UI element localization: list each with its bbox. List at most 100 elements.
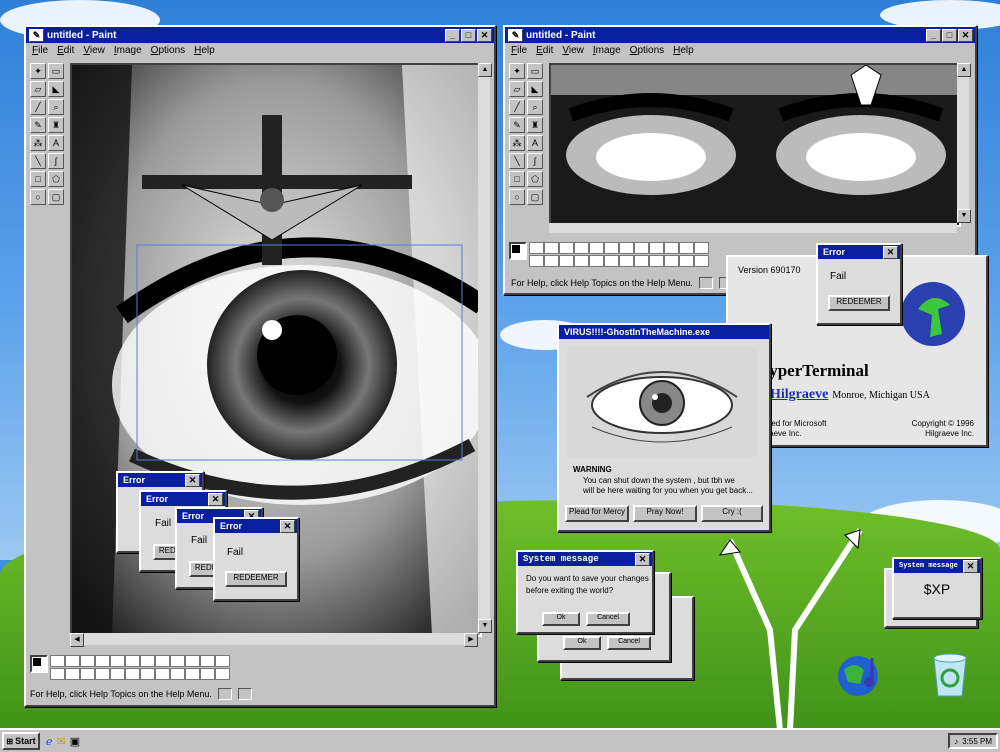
palette-swatch[interactable]	[170, 655, 185, 667]
close-button[interactable]: ✕	[635, 552, 650, 566]
titlebar[interactable]: System message ✕	[518, 552, 652, 566]
line-icon[interactable]: ╲	[509, 153, 525, 169]
airbrush-icon[interactable]: ⁂	[509, 135, 525, 151]
magnifier-icon[interactable]: ⌕	[527, 99, 543, 115]
cancel-button[interactable]: Cancel	[607, 636, 651, 650]
palette-swatch[interactable]	[604, 242, 619, 254]
plead-for-mercy-button[interactable]: Plead for Mercy	[565, 505, 629, 522]
close-button[interactable]: ✕	[963, 559, 978, 573]
minimize-button[interactable]: _	[445, 28, 460, 42]
polygon-icon[interactable]: ⬠	[527, 171, 543, 187]
vertical-scrollbar[interactable]: ▲ ▼	[957, 63, 971, 223]
titlebar[interactable]: Error ✕	[141, 492, 225, 506]
brush-icon[interactable]: ♜	[527, 117, 543, 133]
palette-swatch[interactable]	[559, 255, 574, 267]
menu-options[interactable]: Options	[630, 45, 664, 56]
pencil-icon[interactable]: ✎	[30, 117, 46, 133]
titlebar[interactable]: Error ✕	[215, 519, 297, 533]
titlebar[interactable]: Error ✕	[118, 473, 202, 487]
redeemer-button[interactable]: REDEEMER	[828, 295, 890, 311]
horizontal-scrollbar[interactable]	[549, 223, 957, 233]
text-icon[interactable]: A	[527, 135, 543, 151]
palette-swatch[interactable]	[155, 655, 170, 667]
palette-swatch[interactable]	[679, 255, 694, 267]
palette-swatch[interactable]	[589, 242, 604, 254]
palette-swatch[interactable]	[50, 655, 65, 667]
horizontal-scrollbar[interactable]: ◀ ▶	[70, 633, 478, 647]
line-icon[interactable]: ╲	[30, 153, 46, 169]
scroll-down-button[interactable]: ▼	[478, 619, 492, 633]
clock[interactable]: 3:55 PM	[962, 737, 992, 746]
airbrush-icon[interactable]: ⁂	[30, 135, 46, 151]
palette-swatch[interactable]	[694, 242, 709, 254]
pencil-icon[interactable]: ✎	[509, 117, 525, 133]
palette-swatch[interactable]	[649, 242, 664, 254]
ok-button[interactable]: Ok	[542, 612, 580, 626]
palette-swatch[interactable]	[619, 242, 634, 254]
text-icon[interactable]: A	[48, 135, 64, 151]
rounded-rect-icon[interactable]: ▢	[48, 189, 64, 205]
fill-icon[interactable]: ◣	[527, 81, 543, 97]
ok-button[interactable]: Ok	[563, 636, 601, 650]
brush-icon[interactable]: ♜	[48, 117, 64, 133]
palette-swatch[interactable]	[215, 668, 230, 680]
palette-swatch[interactable]	[65, 668, 80, 680]
close-button[interactable]: ✕	[477, 28, 492, 42]
palette-swatch[interactable]	[170, 668, 185, 680]
scroll-right-button[interactable]: ▶	[464, 633, 478, 647]
menu-help[interactable]: Help	[194, 45, 215, 56]
palette-swatch[interactable]	[544, 255, 559, 267]
fill-icon[interactable]: ◣	[48, 81, 64, 97]
polygon-icon[interactable]: ⬠	[48, 171, 64, 187]
rect-select-icon[interactable]: ▭	[527, 63, 543, 79]
titlebar[interactable]: VIRUS!!!!-GhostInTheMachine.exe	[559, 325, 769, 339]
palette-swatch[interactable]	[80, 655, 95, 667]
menu-edit[interactable]: Edit	[536, 45, 553, 56]
menu-file[interactable]: File	[511, 45, 527, 56]
scroll-down-button[interactable]: ▼	[957, 209, 971, 223]
palette-swatch[interactable]	[649, 255, 664, 267]
titlebar[interactable]: ✎ untitled - Paint _ □ ✕	[26, 27, 494, 43]
maximize-button[interactable]: □	[942, 28, 957, 42]
palette-swatch[interactable]	[589, 255, 604, 267]
palette-swatch[interactable]	[95, 668, 110, 680]
start-button[interactable]: ⊞ Start	[2, 732, 40, 750]
pick-color-icon[interactable]: ╱	[509, 99, 525, 115]
palette-swatch[interactable]	[110, 655, 125, 667]
recycle-bin-icon[interactable]	[928, 648, 972, 698]
close-button[interactable]: ✕	[280, 519, 295, 533]
palette-swatch[interactable]	[140, 655, 155, 667]
curve-icon[interactable]: ∫	[48, 153, 64, 169]
cancel-button[interactable]: Cancel	[586, 612, 630, 626]
palette-swatch[interactable]	[110, 668, 125, 680]
close-button[interactable]: ✕	[958, 28, 973, 42]
curve-icon[interactable]: ∫	[527, 153, 543, 169]
palette-swatch[interactable]	[679, 242, 694, 254]
free-select-icon[interactable]: ✦	[30, 63, 46, 79]
palette-swatch[interactable]	[140, 668, 155, 680]
palette-swatch[interactable]	[65, 655, 80, 667]
palette-swatch[interactable]	[125, 655, 140, 667]
palette-swatch[interactable]	[559, 242, 574, 254]
menu-image[interactable]: Image	[593, 45, 621, 56]
palette-swatch[interactable]	[634, 255, 649, 267]
titlebar[interactable]: Error ✕	[818, 245, 900, 259]
palette-swatch[interactable]	[215, 655, 230, 667]
palette-swatch[interactable]	[200, 668, 215, 680]
rounded-rect-icon[interactable]: ▢	[527, 189, 543, 205]
minimize-button[interactable]: _	[926, 28, 941, 42]
scroll-up-button[interactable]: ▲	[957, 63, 971, 77]
palette-swatch[interactable]	[529, 242, 544, 254]
maximize-button[interactable]: □	[461, 28, 476, 42]
palette-swatch[interactable]	[529, 255, 544, 267]
palette-swatch[interactable]	[664, 255, 679, 267]
rectangle-icon[interactable]: □	[30, 171, 46, 187]
menu-view[interactable]: View	[83, 45, 105, 56]
close-button[interactable]: ✕	[208, 492, 223, 506]
ellipse-icon[interactable]: ○	[509, 189, 525, 205]
scroll-up-button[interactable]: ▲	[478, 63, 492, 77]
palette-swatch[interactable]	[604, 255, 619, 267]
palette-swatch[interactable]	[185, 655, 200, 667]
quick-launch-desktop-icon[interactable]: ▣	[70, 735, 80, 748]
palette-swatch[interactable]	[694, 255, 709, 267]
